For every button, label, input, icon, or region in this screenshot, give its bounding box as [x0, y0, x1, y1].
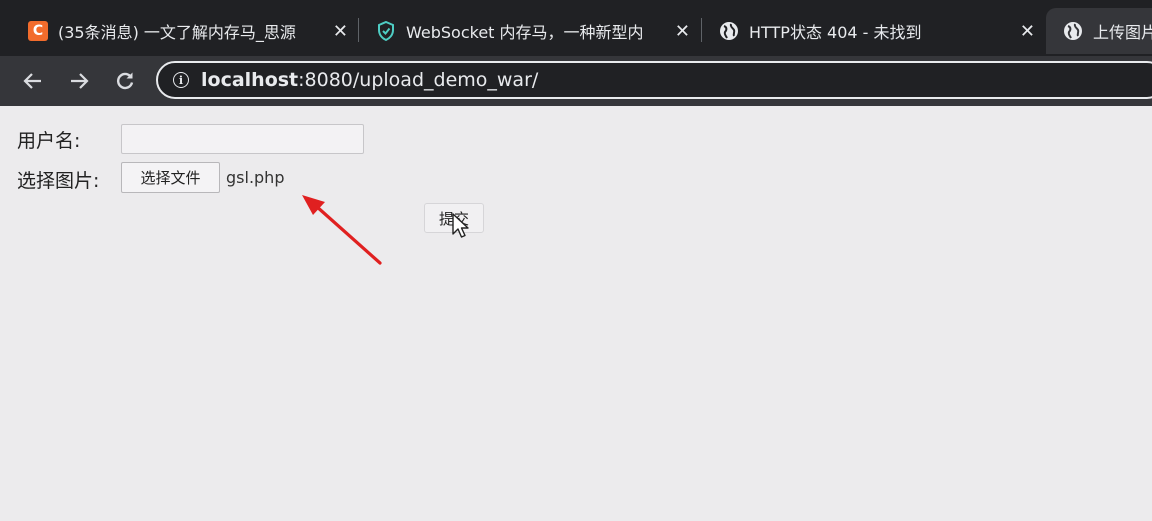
reload-icon	[117, 72, 134, 90]
globe-icon	[1063, 21, 1083, 41]
reload-button[interactable]	[110, 66, 140, 96]
back-button[interactable]	[18, 66, 48, 96]
address-path: :8080/upload_demo_war/	[298, 69, 539, 91]
arrow-right-icon	[71, 73, 89, 89]
selected-file-name: gsl.php	[226, 168, 285, 187]
forward-button[interactable]	[64, 66, 94, 96]
globe-icon	[719, 21, 739, 41]
close-icon[interactable]: ✕	[333, 21, 348, 42]
arrow-left-icon	[23, 73, 41, 89]
tab-websocket[interactable]: WebSocket 内存马，一种新型内 ✕	[376, 8, 690, 54]
tab-title: WebSocket 内存马，一种新型内	[406, 23, 644, 42]
address-bar[interactable]: i localhost:8080/upload_demo_war/	[156, 61, 1152, 99]
close-icon[interactable]: ✕	[1020, 21, 1035, 42]
username-input[interactable]	[121, 124, 364, 154]
info-icon[interactable]: i	[173, 72, 189, 88]
tab-title: HTTP状态 404 - 未找到	[749, 23, 922, 42]
submit-button[interactable]: 提交	[424, 203, 484, 233]
tab-title: 上传图片	[1093, 23, 1152, 42]
tab-divider	[701, 18, 702, 42]
choose-file-button[interactable]: 选择文件	[121, 162, 220, 193]
browser-toolbar: i localhost:8080/upload_demo_war/	[0, 56, 1152, 106]
image-label: 选择图片:	[17, 170, 100, 192]
tab-divider	[358, 18, 359, 42]
browser-tab-strip: C (35条消息) 一文了解内存马_思源 ✕ WebSocket 内存马，一种新…	[0, 0, 1152, 60]
csdn-icon: C	[28, 21, 48, 41]
address-url[interactable]: localhost:8080/upload_demo_war/	[201, 69, 538, 91]
tab-upload-image[interactable]: 上传图片	[1046, 8, 1152, 54]
page-content: 用户名: 选择图片: 选择文件 gsl.php 提交	[0, 106, 1152, 521]
tab-title: (35条消息) 一文了解内存马_思源	[58, 23, 296, 42]
shield-icon	[376, 21, 396, 41]
tab-http-404[interactable]: HTTP状态 404 - 未找到 ✕	[719, 8, 1035, 54]
address-host: localhost	[201, 69, 299, 91]
tab-csdn[interactable]: C (35条消息) 一文了解内存马_思源 ✕	[28, 8, 348, 54]
username-label: 用户名:	[17, 130, 81, 152]
close-icon[interactable]: ✕	[675, 21, 690, 42]
